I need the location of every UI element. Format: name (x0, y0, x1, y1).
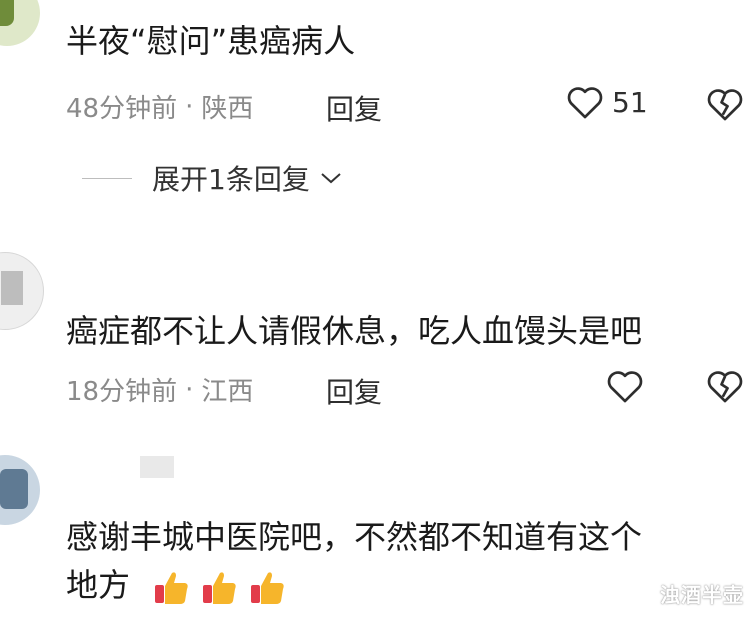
comment-meta: 18分钟前 · 江西 (66, 371, 253, 408)
watermark: 浊酒半壶 (660, 583, 744, 607)
meta-separator: · (185, 374, 194, 405)
thumbs-up-emoji-icon (203, 572, 236, 604)
like-button[interactable]: 51 (566, 84, 648, 120)
thumbs-up-emoji-icon (251, 572, 284, 604)
comment-text-line2: 地方 (66, 562, 296, 608)
comment-text-line1: 感谢丰城中医院吧，不然都不知道有这个 (66, 518, 643, 556)
comment-list: 半夜“慰问”患癌病人 48分钟前 · 陕西 回复 51 展开1条回复 癌症都不让… (0, 0, 756, 620)
expand-replies-button[interactable]: 展开1条回复 (82, 158, 342, 198)
expand-replies-label: 展开1条回复 (152, 163, 310, 196)
reply-button[interactable]: 回复 (326, 88, 382, 128)
broken-heart-icon (707, 371, 743, 403)
comment-location: 陕西 (201, 94, 254, 124)
comment-location: 江西 (201, 377, 254, 407)
comment-time: 48分钟前 (66, 94, 178, 124)
dislike-button[interactable] (706, 368, 744, 408)
thumbs-up-emoji-icon (155, 572, 188, 604)
dislike-button[interactable] (706, 86, 744, 126)
reply-button[interactable]: 回复 (326, 371, 382, 411)
broken-heart-icon (707, 89, 743, 121)
avatar[interactable] (0, 455, 40, 525)
comment-meta: 48分钟前 · 陕西 (66, 88, 253, 125)
chevron-down-icon (321, 173, 341, 184)
comment-text-line2-text: 地方 (66, 566, 131, 604)
emoji-group (152, 567, 296, 607)
like-button[interactable] (606, 368, 644, 404)
avatar[interactable] (0, 0, 40, 46)
heart-outline-icon (567, 87, 603, 119)
divider-line (82, 177, 132, 179)
avatar[interactable] (0, 252, 44, 330)
comment-time: 18分钟前 (66, 377, 178, 407)
username-blurred (140, 456, 174, 478)
heart-outline-icon (607, 371, 643, 403)
meta-separator: · (185, 91, 194, 122)
comment-text: 半夜“慰问”患癌病人 (66, 22, 356, 60)
comment-text: 癌症都不让人请假休息，吃人血馒头是吧 (66, 312, 643, 350)
like-count: 51 (612, 85, 648, 119)
